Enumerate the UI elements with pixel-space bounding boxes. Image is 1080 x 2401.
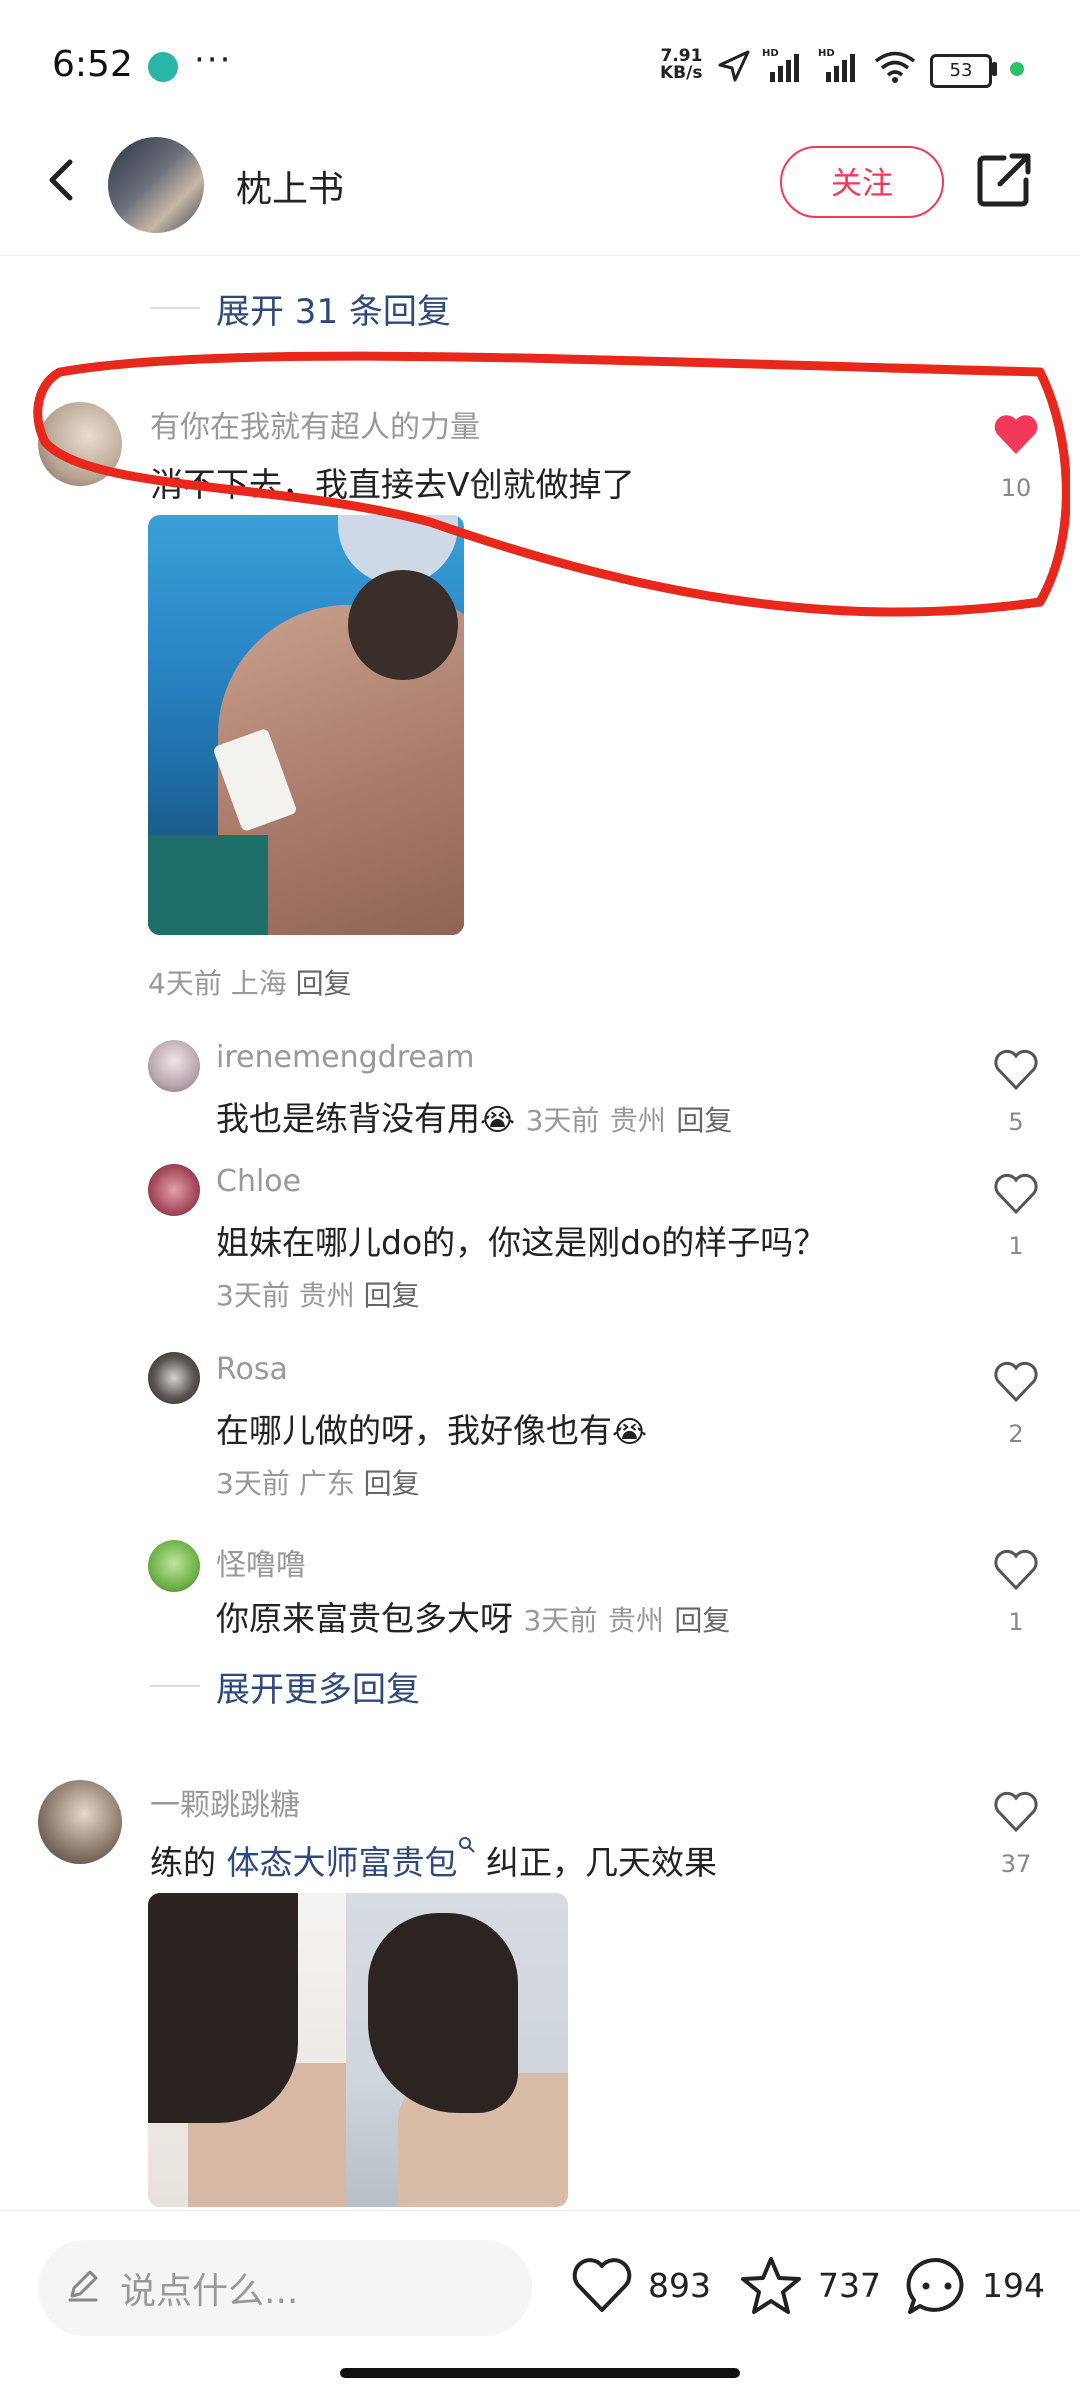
heart-icon[interactable]	[992, 1172, 1040, 1216]
wifi-icon	[874, 51, 916, 83]
reply-text: 我也是练背没有用	[216, 1099, 480, 1138]
svg-text:HD: HD	[818, 48, 835, 59]
crying-emoji: 😭	[612, 1415, 648, 1450]
reply-location: 广东	[298, 1467, 355, 1500]
reply-text-row[interactable]: 我也是练背没有用😭 3天前 贵州 回复	[216, 1092, 732, 1140]
reply-time: 3天前	[216, 1279, 290, 1312]
reply-like-count: 1	[1008, 1232, 1024, 1260]
comment-text-row[interactable]: 练的 体态大师富贵包 纠正，几天效果	[150, 1836, 717, 1884]
back-icon[interactable]	[34, 150, 94, 210]
reply-like-count: 2	[1008, 1420, 1024, 1448]
signal-icon-1: HD	[762, 48, 799, 82]
location-icon	[718, 50, 750, 82]
heart-icon[interactable]	[992, 1548, 1040, 1592]
expand-more-replies-link[interactable]: 展开更多回复	[216, 1662, 420, 1711]
status-time: 6:52	[52, 44, 133, 85]
comment-meta: 4天前 上海 回复	[148, 962, 352, 1002]
reply-avatar[interactable]	[148, 1540, 200, 1592]
author-avatar[interactable]	[108, 137, 204, 233]
signal-icon-2: HD	[818, 48, 855, 82]
reply-meta: 3天前 广东 回复	[216, 1462, 420, 1502]
comment-input-placeholder[interactable]: 说点什么...	[120, 2262, 298, 2314]
reply-avatar[interactable]	[148, 1040, 200, 1092]
reply-link[interactable]: 回复	[676, 1104, 732, 1137]
author-name[interactable]: 枕上书	[236, 160, 344, 212]
follow-button[interactable]: 关注	[780, 146, 944, 218]
reply-text: 在哪儿做的呀，我好像也有	[216, 1411, 612, 1450]
reply-link[interactable]: 回复	[674, 1604, 730, 1637]
comment-text-prefix: 练的	[150, 1843, 227, 1882]
privacy-dot	[1010, 62, 1024, 76]
network-speed: 7.91 KB/s	[660, 48, 702, 82]
comment-time: 4天前	[148, 967, 222, 1000]
heart-icon[interactable]	[992, 1048, 1040, 1092]
reply-link[interactable]: 回复	[296, 967, 352, 1000]
crying-emoji: 😭	[480, 1103, 516, 1138]
comment-count[interactable]: 194	[982, 2266, 1045, 2305]
comment-image[interactable]	[148, 1893, 568, 2207]
divider-line	[150, 1685, 200, 1687]
reply-like-count: 1	[1008, 1608, 1024, 1636]
heart-icon[interactable]	[570, 2256, 634, 2316]
battery-icon: 53	[930, 54, 992, 88]
star-icon[interactable]	[738, 2254, 804, 2318]
reply-location: 贵州	[298, 1279, 355, 1312]
heart-icon[interactable]	[992, 1790, 1040, 1834]
svg-text:HD: HD	[762, 48, 779, 59]
reply-username[interactable]: 怪噜噜	[216, 1540, 306, 1584]
reply-link[interactable]: 回复	[364, 1467, 420, 1500]
reply-time: 3天前	[523, 1604, 598, 1637]
divider-line	[150, 307, 200, 309]
comment-location: 上海	[230, 967, 287, 1000]
comment-text-suffix: 纠正，几天效果	[475, 1843, 717, 1882]
status-app-icon	[148, 52, 178, 82]
annotation-circle	[33, 351, 1070, 617]
star-count[interactable]: 737	[818, 2266, 881, 2305]
comment-avatar[interactable]	[38, 1780, 122, 1864]
expand-replies-link[interactable]: 展开 31 条回复	[216, 284, 451, 333]
pencil-icon	[68, 2270, 98, 2302]
reply-location: 贵州	[609, 1104, 666, 1137]
reply-text[interactable]: 姐妹在哪儿do的，你这是刚do的样子吗？	[216, 1216, 826, 1264]
reply-time: 3天前	[525, 1104, 600, 1137]
like-count[interactable]: 893	[648, 2266, 711, 2305]
reply-time: 3天前	[216, 1467, 290, 1500]
battery-tip	[992, 62, 997, 76]
reply-username[interactable]: Rosa	[216, 1352, 288, 1387]
reply-text-row[interactable]: 你原来富贵包多大呀 3天前 贵州 回复	[216, 1592, 730, 1640]
comment-like-count: 37	[1000, 1850, 1032, 1878]
reply-link[interactable]: 回复	[364, 1279, 420, 1312]
reply-text-row[interactable]: 在哪儿做的呀，我好像也有😭	[216, 1404, 647, 1452]
reply-username[interactable]: irenemengdream	[216, 1040, 474, 1075]
home-indicator[interactable]	[340, 2368, 740, 2378]
status-more-dots: ···	[194, 40, 233, 80]
network-speed-unit: KB/s	[660, 63, 703, 83]
reply-avatar[interactable]	[148, 1164, 200, 1216]
share-icon[interactable]	[974, 150, 1034, 210]
topic-link[interactable]: 体态大师富贵包	[227, 1843, 458, 1882]
reply-username[interactable]: Chloe	[216, 1164, 301, 1199]
heart-icon[interactable]	[992, 1360, 1040, 1404]
reply-meta: 3天前 贵州 回复	[216, 1274, 420, 1314]
reply-avatar[interactable]	[148, 1352, 200, 1404]
reply-like-count: 5	[1008, 1108, 1024, 1136]
reply-text: 你原来富贵包多大呀	[216, 1599, 513, 1638]
comment-username[interactable]: 一颗跳跳糖	[150, 1780, 300, 1824]
reply-location: 贵州	[607, 1604, 664, 1637]
comment-icon[interactable]	[904, 2254, 970, 2318]
search-icon	[458, 1837, 475, 1853]
